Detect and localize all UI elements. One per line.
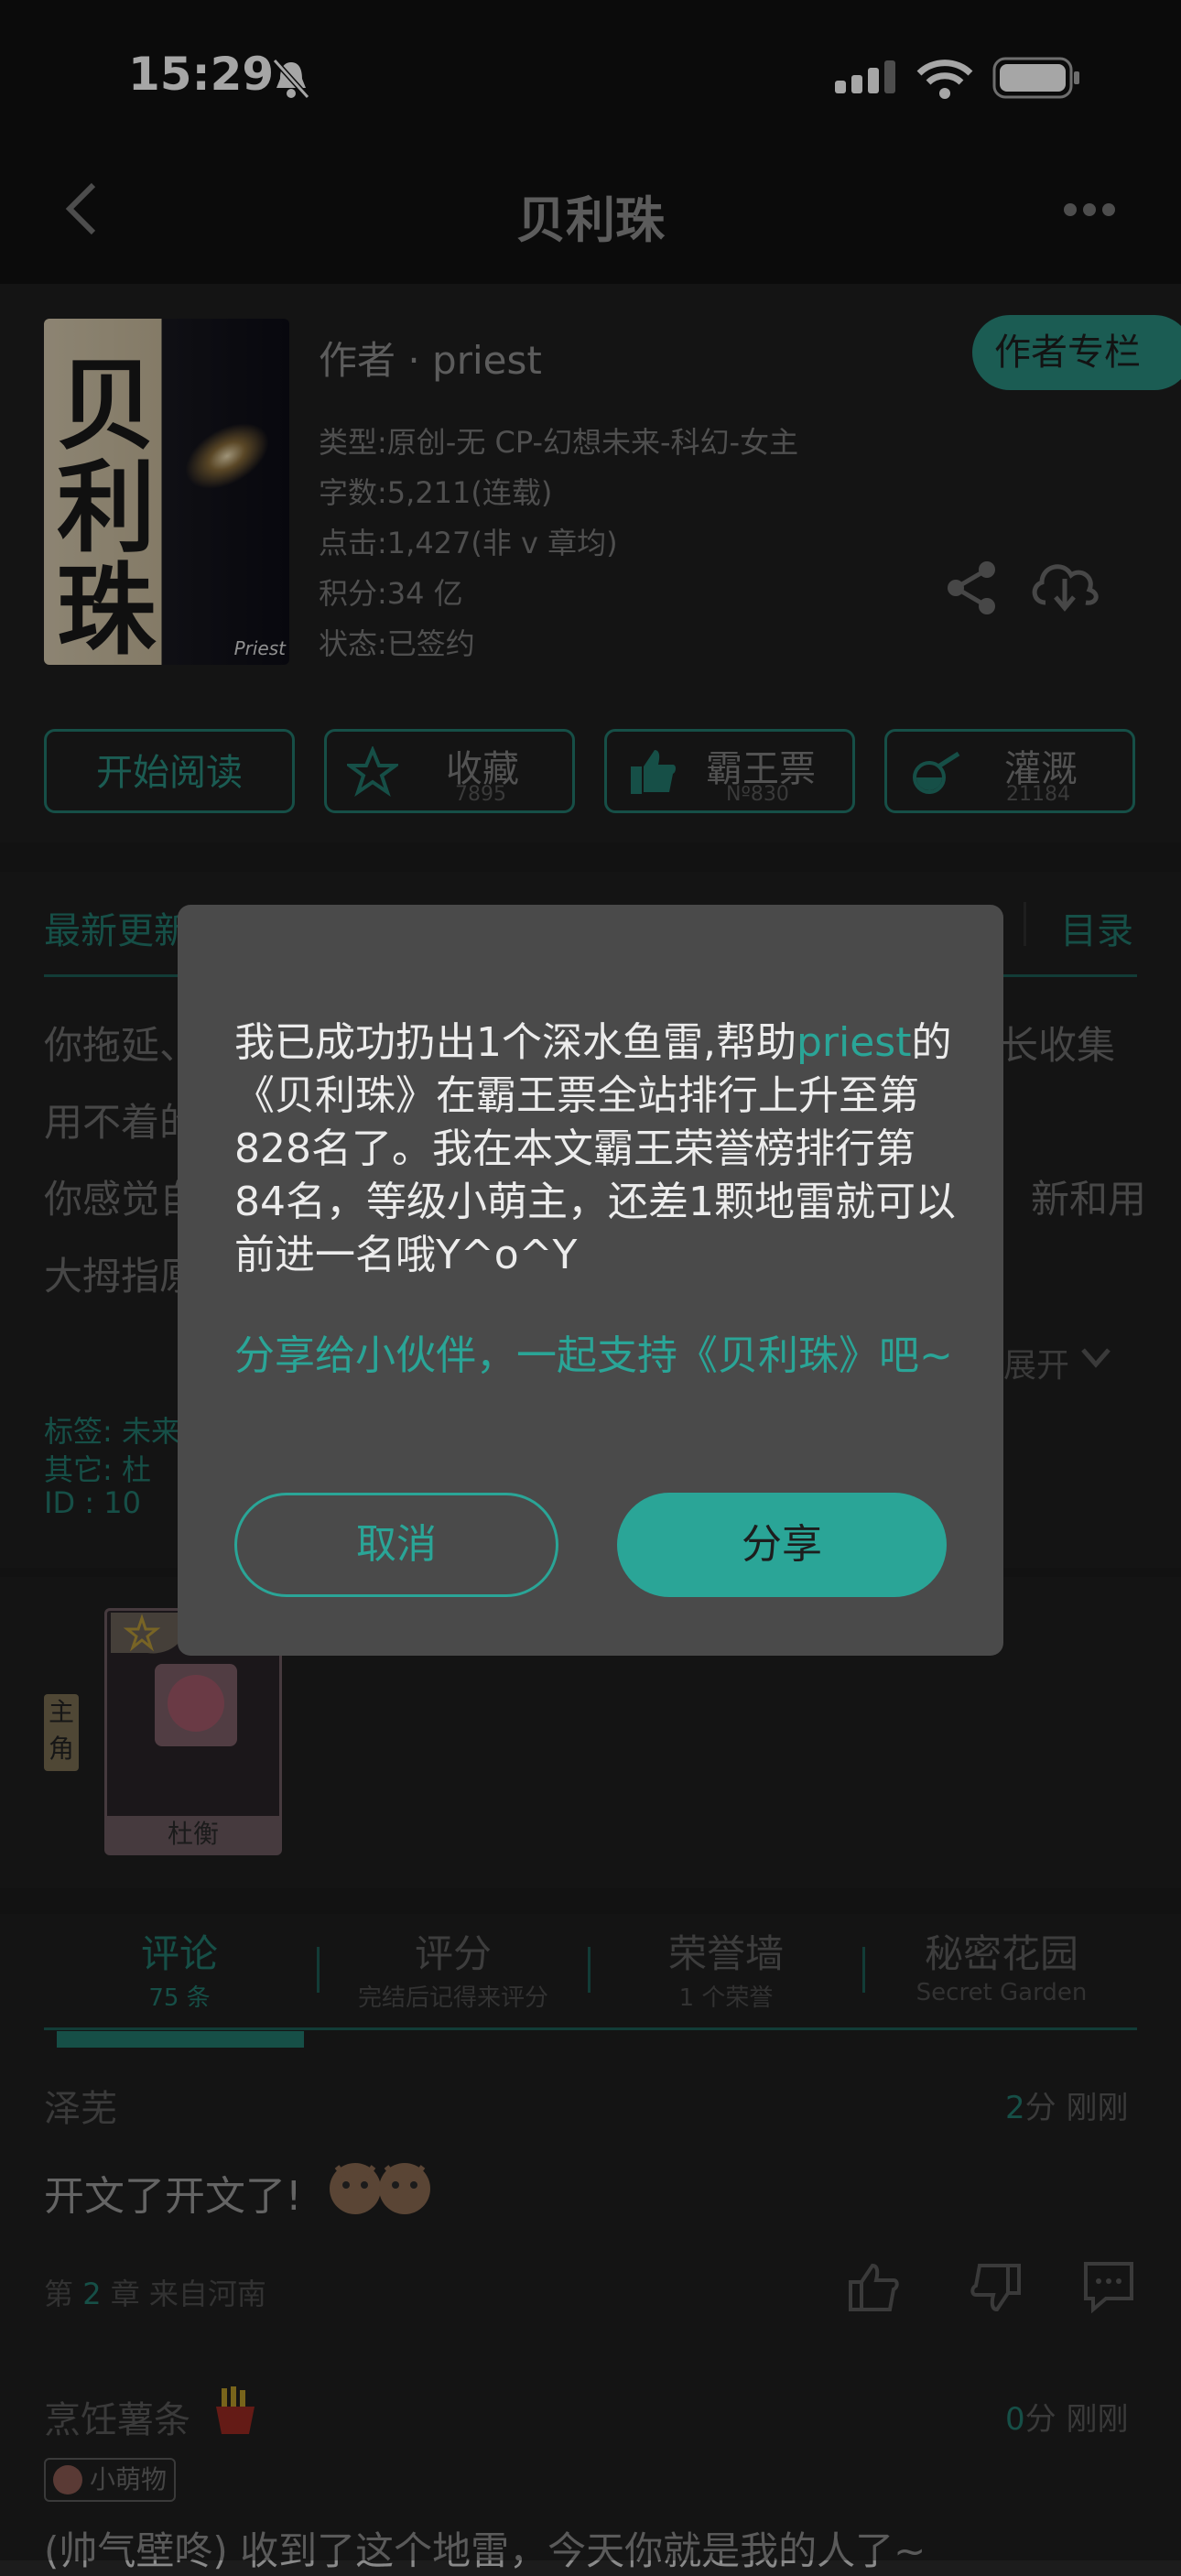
dialog-share-prompt: 分享给小伙伴，一起支持《贝利珠》吧~ [234, 1332, 953, 1379]
dialog-author-link[interactable]: priest [796, 1019, 912, 1066]
share-button[interactable]: 分享 [617, 1493, 947, 1597]
share-dialog: 我已成功扔出1个深水鱼雷,帮助priest的《贝利珠》在霸王票全站排行上升至第8… [178, 905, 1003, 1656]
dialog-message: 我已成功扔出1个深水鱼雷,帮助priest的《贝利珠》在霸王票全站排行上升至第8… [234, 1019, 956, 1278]
cancel-button[interactable]: 取消 [234, 1493, 558, 1597]
